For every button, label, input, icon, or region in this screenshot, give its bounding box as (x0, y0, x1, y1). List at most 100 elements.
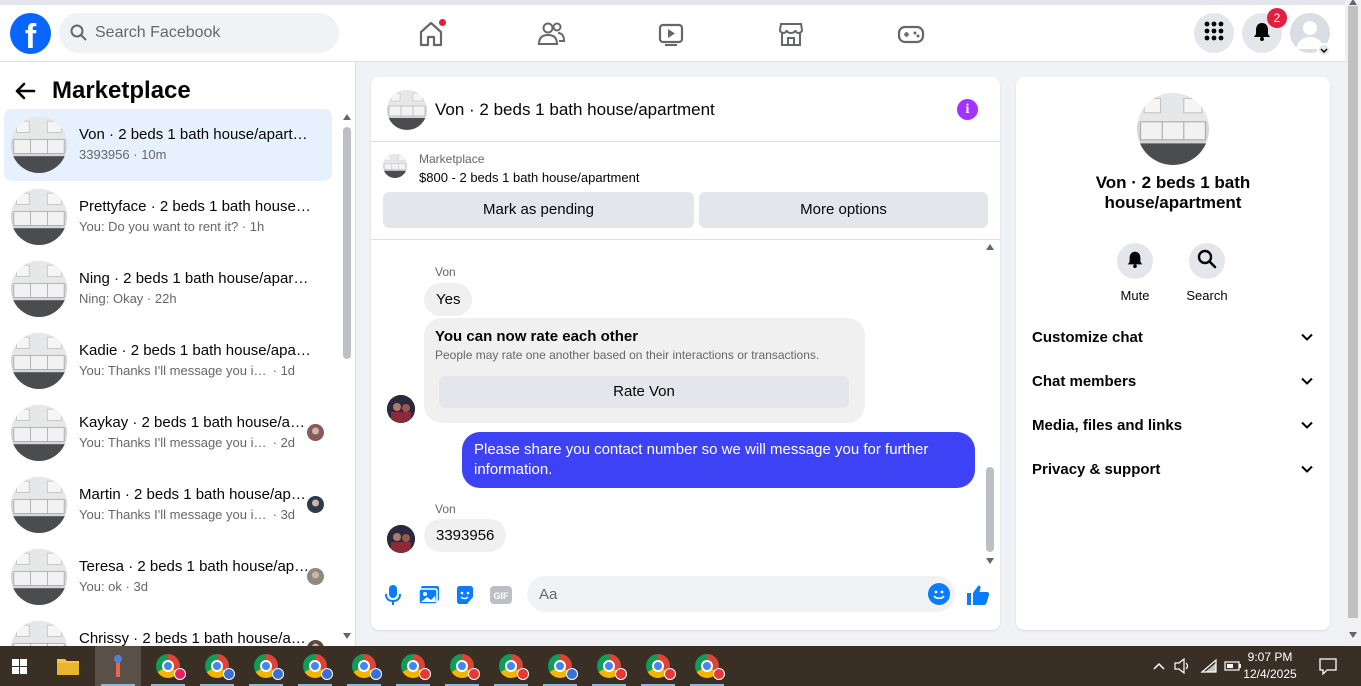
conversation-preview: You: Do you want to rent it? (79, 219, 239, 234)
mark-as-pending-button[interactable]: Mark as pending (383, 192, 694, 228)
sender-avatar[interactable] (387, 395, 415, 423)
chrome-window-icon[interactable] (684, 646, 730, 686)
info-section-media-files-and-links[interactable]: Media, files and links (1032, 406, 1314, 446)
mute-action[interactable]: Mute (1105, 243, 1165, 303)
search-icon (1197, 249, 1217, 274)
show-hidden-icons[interactable] (1152, 646, 1166, 686)
home-notification-dot (438, 18, 447, 27)
microphone-icon[interactable] (381, 583, 405, 607)
system-clock[interactable]: 9:07 PM 12/4/2025 (1240, 649, 1300, 683)
chevron-down-icon (1300, 374, 1314, 393)
rate-each-other-card: You can now rate each other People may r… (424, 318, 865, 423)
conversation-item[interactable]: Ning · 2 beds 1 bath house/apartment Ning… (4, 253, 332, 325)
search-in-conversation-button[interactable] (1189, 243, 1225, 279)
search-box[interactable] (59, 13, 339, 53)
info-icon[interactable]: i (957, 99, 978, 120)
conversation-time: 3d (280, 507, 296, 522)
listing-large-thumbnail[interactable] (1137, 93, 1209, 165)
list-scroll-up-icon[interactable] (343, 114, 351, 120)
svg-text:GIF: GIF (494, 591, 510, 601)
more-options-button[interactable]: More options (699, 192, 988, 228)
chrome-window-icon[interactable] (145, 646, 191, 686)
listing-price-title[interactable]: $800 - 2 beds 1 bath house/apartment (419, 170, 639, 185)
windows-start-icon[interactable] (12, 659, 27, 674)
listing-small-thumbnail[interactable] (383, 154, 407, 178)
conversation-item[interactable]: Von · 2 beds 1 bath house/apartment 33939… (4, 109, 332, 181)
conversation-item[interactable]: Prettyface · 2 beds 1 bath house/apartme… (4, 181, 332, 253)
list-scroll-down-icon[interactable] (343, 633, 351, 639)
chrome-window-icon[interactable] (586, 646, 632, 686)
thread-scroll-down-icon[interactable] (986, 558, 994, 564)
info-section-customize-chat[interactable]: Customize chat (1032, 318, 1314, 358)
page-scroll-thumb[interactable] (1348, 6, 1358, 618)
conversation-list-scrollbar[interactable] (340, 112, 354, 646)
volume-icon[interactable] (1174, 646, 1192, 686)
rate-von-button[interactable]: Rate Von (439, 376, 849, 408)
conversation-name: Kaykay · 2 beds 1 bath house/apartment (79, 414, 311, 431)
conversation-item[interactable]: Kadie · 2 beds 1 bath house/apartment You… (4, 325, 332, 397)
friends-icon[interactable] (536, 19, 566, 49)
conversation-preview-row: You: ok · 3d (79, 579, 148, 594)
page-scrollbar[interactable] (1345, 0, 1361, 646)
thread-scroll-up-icon[interactable] (986, 244, 994, 250)
search-input[interactable] (95, 13, 325, 53)
gif-icon[interactable]: GIF (489, 583, 513, 607)
info-section-chat-members[interactable]: Chat members (1032, 362, 1314, 402)
conversation-name: Ning · 2 beds 1 bath house/apartment (79, 270, 311, 287)
thumbs-up-icon[interactable] (966, 583, 990, 607)
marketplace-icon[interactable] (776, 19, 806, 49)
conversation-item[interactable]: Chrissy · 2 beds 1 bath house/apartment (4, 613, 332, 646)
incoming-message[interactable]: 3393956 (424, 519, 507, 552)
page-scroll-down-icon[interactable] (1349, 632, 1357, 638)
conversation-item[interactable]: Teresa · 2 beds 1 bath house/apartment Yo… (4, 541, 332, 613)
mute-button[interactable] (1117, 243, 1153, 279)
message-sender-name: Von (435, 502, 456, 516)
chrome-window-icon[interactable] (390, 646, 436, 686)
list-scroll-thumb[interactable] (343, 127, 351, 359)
account-menu-chevron-icon[interactable] (1317, 43, 1331, 57)
message-thread-scrollbar[interactable] (983, 240, 997, 570)
page-scroll-up-icon[interactable] (1349, 0, 1357, 5)
watch-icon[interactable] (656, 19, 686, 49)
chrome-window-icon[interactable] (243, 646, 289, 686)
conversation-item[interactable]: Martin · 2 beds 1 bath house/apartment Yo… (4, 469, 332, 541)
wifi-icon[interactable] (1200, 646, 1218, 686)
listing-thumbnail[interactable] (387, 90, 427, 130)
chrome-window-icon[interactable] (488, 646, 534, 686)
chrome-window-icon[interactable] (292, 646, 338, 686)
message-input[interactable] (539, 576, 919, 612)
chrome-window-icon[interactable] (439, 646, 485, 686)
conversation-preview: You: ok (79, 579, 122, 594)
file-explorer-icon[interactable] (45, 646, 91, 686)
sticker-icon[interactable] (453, 583, 477, 607)
chat-title[interactable]: Von · 2 beds 1 bath house/apartment (435, 100, 715, 120)
info-section-privacy-support[interactable]: Privacy & support (1032, 450, 1314, 490)
message-input-box[interactable] (527, 576, 955, 612)
back-arrow-icon[interactable] (14, 76, 44, 106)
menu-button[interactable] (1194, 13, 1234, 53)
chat-header: Von · 2 beds 1 bath house/apartment i (371, 77, 1000, 142)
conversation-name: Von · 2 beds 1 bath house/apartment (79, 126, 311, 143)
sender-avatar[interactable] (387, 525, 415, 553)
action-center-icon[interactable] (1318, 646, 1338, 686)
incoming-message[interactable]: Yes (424, 283, 473, 316)
chrome-window-icon[interactable] (537, 646, 583, 686)
emoji-icon[interactable] (928, 583, 950, 605)
gaming-icon[interactable] (896, 19, 926, 49)
left-panel-header: Marketplace (14, 76, 191, 106)
facebook-logo[interactable]: f (10, 13, 51, 54)
photo-icon[interactable] (417, 583, 441, 607)
chrome-window-icon[interactable] (194, 646, 240, 686)
info-panel-title: Von · 2 beds 1 bath house/apartment (1095, 173, 1251, 212)
search-action[interactable]: Search (1177, 243, 1237, 303)
outgoing-message[interactable]: Please share you contact number so we wi… (462, 432, 975, 488)
conversation-list: Von · 2 beds 1 bath house/apartment 33939… (4, 109, 332, 646)
chrome-window-icon[interactable] (341, 646, 387, 686)
seen-by-avatar (307, 568, 324, 585)
chrome-window-icon[interactable] (635, 646, 681, 686)
thread-scroll-thumb[interactable] (986, 467, 994, 552)
taskbar-pinned-app[interactable] (95, 646, 141, 686)
separator-dot: · (143, 291, 155, 306)
search-label: Search (1186, 288, 1228, 303)
conversation-item[interactable]: Kaykay · 2 beds 1 bath house/apartment Yo… (4, 397, 332, 469)
